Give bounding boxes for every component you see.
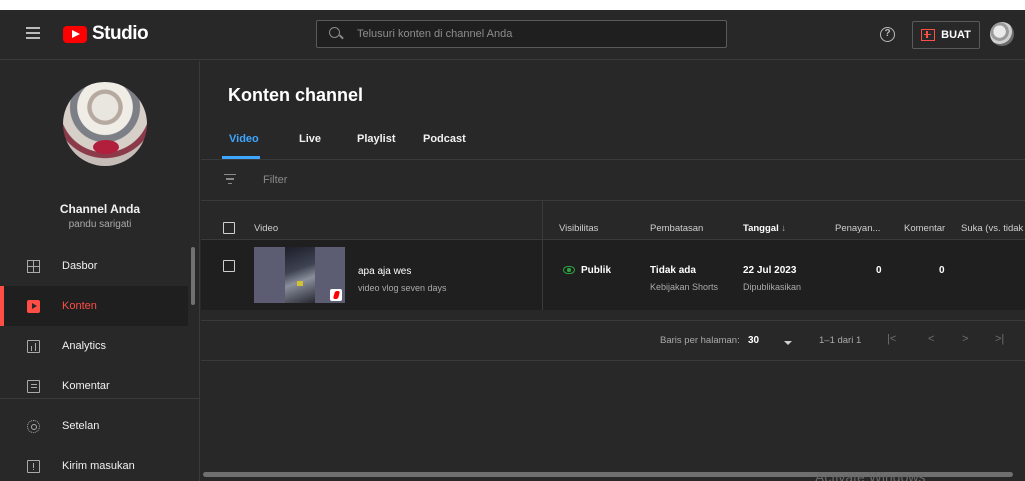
column-header-restrictions: Pembatasan (650, 223, 704, 234)
pagination-divider (201, 360, 1025, 361)
page-title: Konten channel (228, 85, 364, 105)
pagination-range: 1–1 dari 1 (819, 335, 862, 346)
chevron-down-icon[interactable] (784, 341, 792, 345)
sort-arrow-icon: ↓ (781, 223, 787, 234)
date-status: Dipublikasikan (743, 282, 802, 292)
tab-playlist[interactable]: Playlist (357, 133, 396, 145)
channel-name: Channel Anda (59, 202, 141, 216)
next-page-button[interactable]: > (962, 333, 968, 345)
create-video-icon (921, 29, 936, 41)
column-header-visibility: Visibilitas (559, 223, 599, 234)
settings-icon (27, 419, 40, 433)
select-all-checkbox[interactable] (223, 222, 235, 234)
restriction-detail: Kebijakan Shorts (650, 282, 719, 292)
windows-watermark: Activate Windows (815, 469, 926, 481)
thumbnail-image (285, 247, 315, 303)
rows-per-page-label: Baris per halaman: (660, 335, 740, 346)
create-label: BUAT (941, 29, 971, 41)
sidebar-item-label: Dasbor (62, 260, 98, 272)
studio-app: Studio ? BUAT Channel Anda pandu sarigat… (0, 10, 1025, 481)
date-value: 22 Jul 2023 (743, 265, 797, 276)
shorts-icon (330, 289, 342, 301)
sidebar-item-analytics[interactable]: Analytics (0, 326, 188, 366)
comments-value: 0 (939, 265, 945, 276)
eye-icon (563, 266, 575, 274)
account-avatar[interactable] (990, 22, 1014, 46)
video-description: video vlog seven days (358, 283, 447, 293)
column-header-comments[interactable]: Komentar (904, 223, 945, 234)
sidebar-item-label: Kirim masukan (62, 460, 135, 472)
restriction-value: Tidak ada (650, 265, 696, 276)
dashboard-icon (27, 259, 40, 273)
video-title[interactable]: apa aja wes (358, 266, 411, 277)
search-icon (329, 27, 343, 41)
filter-icon[interactable] (224, 174, 236, 184)
channel-handle: pandu sarigati (68, 219, 132, 230)
help-icon[interactable]: ? (880, 27, 895, 42)
previous-page-button[interactable]: < (928, 333, 934, 345)
youtube-play-icon (63, 25, 87, 43)
sidebar-item-komentar[interactable]: Komentar (0, 366, 188, 406)
analytics-icon (27, 339, 40, 353)
comments-icon (27, 379, 40, 393)
sidebar-item-label: Konten (62, 300, 97, 312)
row-divider (201, 320, 1025, 321)
sidebar: Channel Anda pandu sarigati Dasbor Konte… (0, 61, 200, 481)
tab-podcast[interactable]: Podcast (423, 133, 466, 145)
column-header-date[interactable]: Tanggal ↓ (743, 223, 786, 234)
filter-divider (201, 200, 1025, 201)
logo-text: Studio (92, 23, 149, 44)
sidebar-item-konten[interactable]: Konten (0, 286, 188, 326)
menu-icon[interactable] (26, 27, 40, 39)
sidebar-item-label: Analytics (62, 340, 107, 352)
create-button[interactable]: BUAT (912, 21, 980, 49)
column-header-video: Video (254, 223, 279, 234)
video-thumbnail[interactable] (254, 247, 345, 303)
studio-logo[interactable]: Studio (63, 23, 149, 45)
sidebar-item-setelan[interactable]: Setelan (0, 406, 188, 446)
top-bar: Studio ? BUAT (0, 10, 1025, 60)
content-icon (27, 299, 40, 313)
search-input[interactable] (357, 28, 697, 40)
tab-live[interactable]: Live (299, 133, 321, 145)
sidebar-item-dasbor[interactable]: Dasbor (0, 246, 188, 286)
first-page-button[interactable]: |< (887, 333, 896, 345)
search-box[interactable] (316, 20, 727, 48)
row-checkbox[interactable] (223, 260, 235, 272)
last-page-button[interactable]: >| (995, 333, 1004, 345)
rows-per-page-select[interactable]: 30 (748, 335, 759, 346)
sidebar-divider (0, 398, 200, 399)
tabs-divider (201, 159, 1025, 160)
column-header-likes[interactable]: Suka (vs. tidak (961, 223, 1023, 234)
visibility-value[interactable]: Publik (581, 265, 611, 276)
sidebar-item-kirim-masukan[interactable]: Kirim masukan (0, 446, 188, 481)
sidebar-scrollbar[interactable] (191, 247, 195, 305)
date-header-label: Tanggal (743, 223, 779, 234)
views-value: 0 (876, 265, 882, 276)
filter-input[interactable]: Filter (263, 174, 287, 186)
column-separator (542, 201, 543, 310)
sidebar-item-label: Komentar (62, 380, 110, 392)
sidebar-item-label: Setelan (62, 420, 100, 432)
column-header-views[interactable]: Penayan... (835, 223, 880, 234)
feedback-icon (27, 459, 40, 473)
tab-video[interactable]: Video (229, 133, 259, 145)
channel-avatar[interactable] (63, 82, 147, 166)
